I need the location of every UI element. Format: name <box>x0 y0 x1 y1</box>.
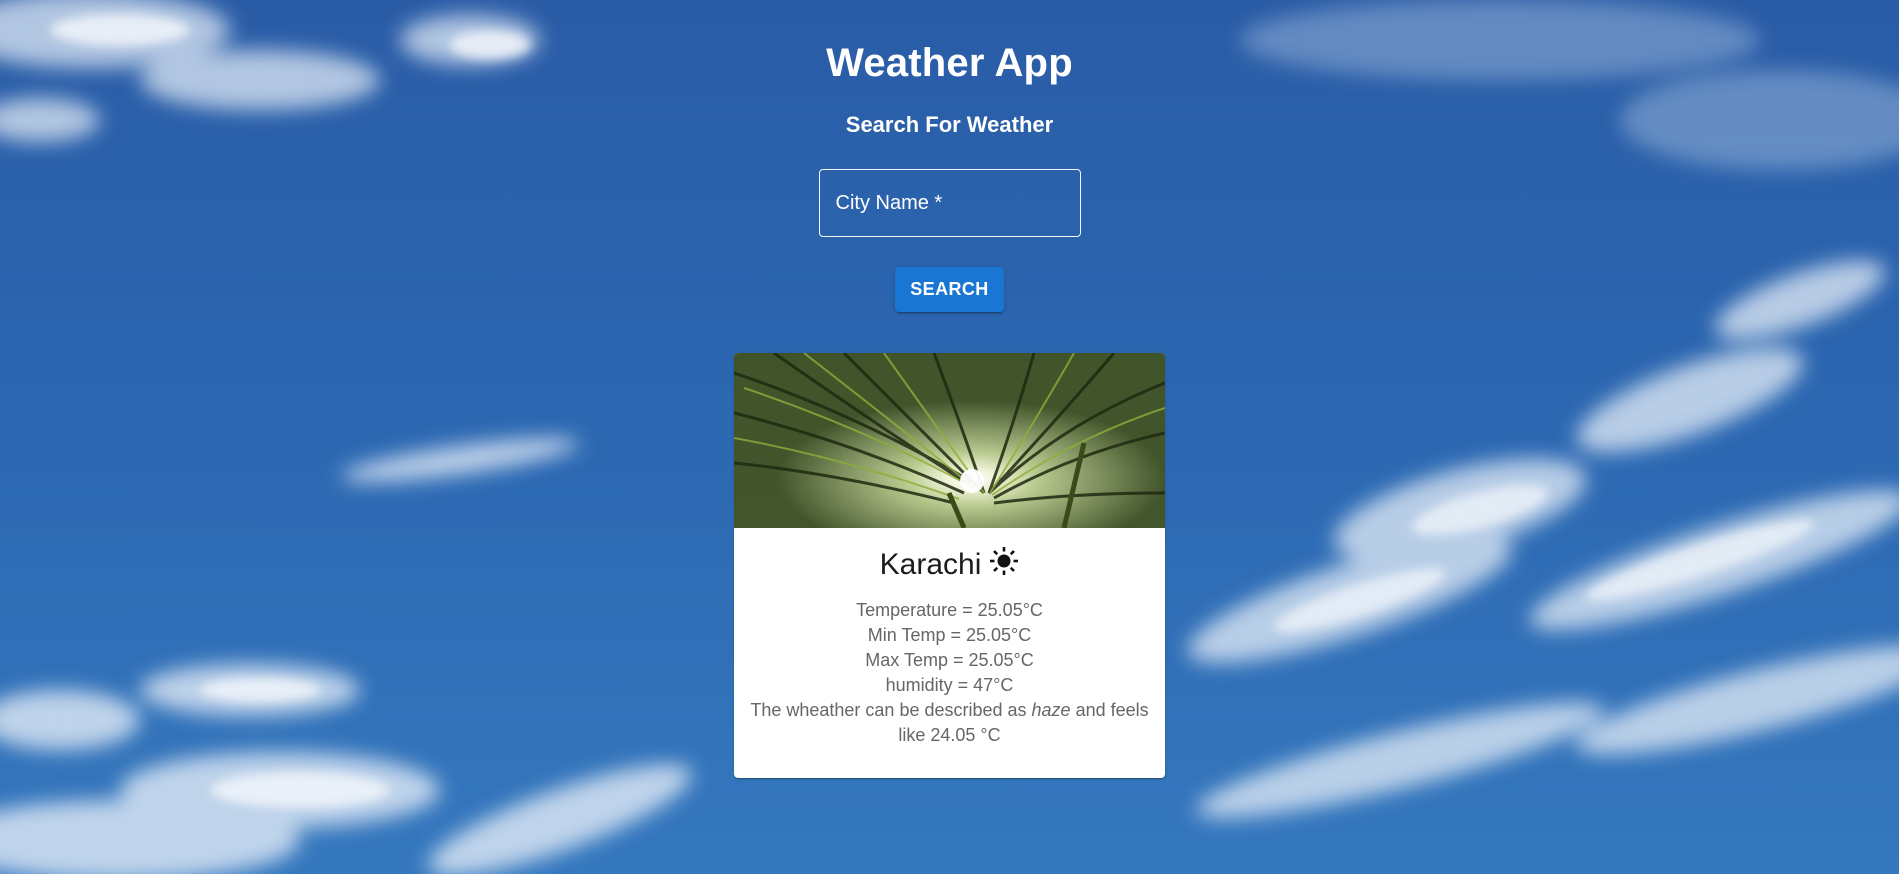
search-heading: Search For Weather <box>845 112 1054 137</box>
weather-card: Karachi Temperature = 25.05°C Min Temp =… <box>734 353 1165 778</box>
palm-leaves-sun-photo <box>734 353 1165 528</box>
temperature-text: Temperature = 25.05°C <box>856 600 1043 620</box>
city-name-input[interactable] <box>819 170 1080 236</box>
app-title: Weather App <box>826 41 1073 85</box>
description-prefix: The wheather can be described as <box>750 700 1032 720</box>
weather-condition: haze <box>1031 700 1071 720</box>
search-button[interactable]: SEARCH <box>895 267 1004 312</box>
main-content: Weather App Search For Weather City Name… <box>0 0 1899 874</box>
max-temp-text: Max Temp = 25.05°C <box>865 650 1034 670</box>
weather-card-body: Karachi Temperature = 25.05°C Min Temp =… <box>734 528 1165 778</box>
weather-details: Temperature = 25.05°C Min Temp = 25.05°C… <box>750 598 1149 748</box>
weather-description: The wheather can be described as haze an… <box>750 698 1149 748</box>
sun-icon <box>990 547 1019 575</box>
humidity-text: humidity = 47°C <box>885 675 1014 695</box>
city-name-field[interactable]: City Name * <box>818 169 1081 237</box>
app-root: Weather App Search For Weather City Name… <box>0 0 1899 874</box>
city-heading: Karachi <box>750 546 1149 584</box>
min-temp-text: Min Temp = 25.05°C <box>867 625 1032 645</box>
city-name: Karachi <box>879 548 982 581</box>
